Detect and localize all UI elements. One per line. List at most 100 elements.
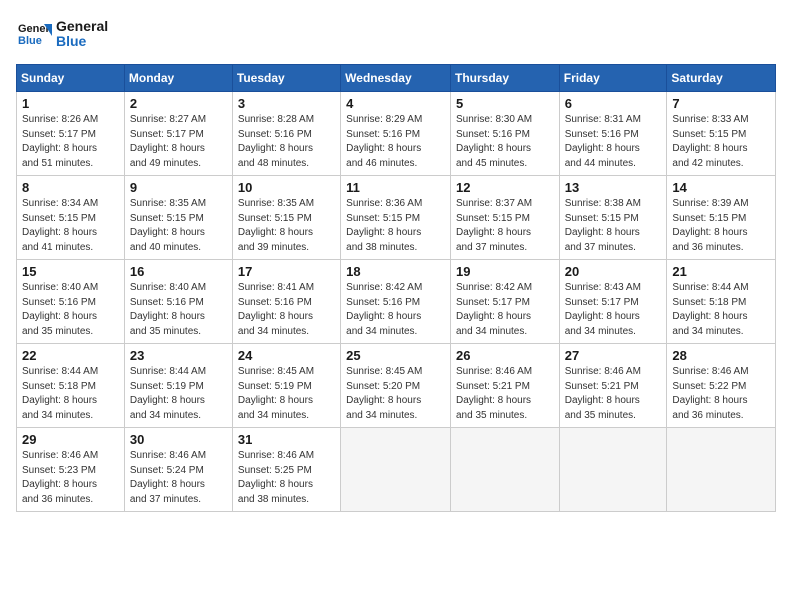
calendar-week-3: 15 Sunrise: 8:40 AM Sunset: 5:16 PM Dayli…	[17, 260, 776, 344]
calendar-cell: 3 Sunrise: 8:28 AM Sunset: 5:16 PM Daylig…	[232, 92, 340, 176]
logo-text-line1: General	[56, 19, 108, 34]
day-detail: Sunrise: 8:44 AM Sunset: 5:18 PM Dayligh…	[22, 365, 119, 423]
weekday-header-thursday: Thursday	[450, 65, 559, 92]
calendar-cell: 7 Sunrise: 8:33 AM Sunset: 5:15 PM Daylig…	[667, 92, 776, 176]
calendar-cell: 17 Sunrise: 8:41 AM Sunset: 5:16 PM Dayli…	[232, 260, 340, 344]
calendar-cell: 18 Sunrise: 8:42 AM Sunset: 5:16 PM Dayli…	[341, 260, 451, 344]
day-number: 1	[22, 96, 119, 111]
calendar-cell: 19Sunrise: 8:42 AM Sunset: 5:17 PM Dayli…	[450, 260, 559, 344]
day-number: 9	[130, 180, 227, 195]
day-detail: Sunrise: 8:40 AM Sunset: 5:16 PM Dayligh…	[22, 281, 119, 339]
day-number: 14	[672, 180, 770, 195]
calendar-cell: 1 Sunrise: 8:26 AM Sunset: 5:17 PM Daylig…	[17, 92, 125, 176]
calendar-cell: 23 Sunrise: 8:44 AM Sunset: 5:19 PM Dayli…	[124, 344, 232, 428]
day-number: 12	[456, 180, 554, 195]
day-number: 28	[672, 348, 770, 363]
day-detail: Sunrise: 8:42 AM Sunset: 5:16 PM Dayligh…	[346, 281, 445, 339]
calendar-cell: 28 Sunrise: 8:46 AM Sunset: 5:22 PM Dayli…	[667, 344, 776, 428]
day-number: 2	[130, 96, 227, 111]
calendar-cell: 24 Sunrise: 8:45 AM Sunset: 5:19 PM Dayli…	[232, 344, 340, 428]
day-detail: Sunrise: 8:28 AM Sunset: 5:16 PM Dayligh…	[238, 113, 335, 171]
calendar-cell: 25 Sunrise: 8:45 AM Sunset: 5:20 PM Dayli…	[341, 344, 451, 428]
svg-text:Blue: Blue	[18, 35, 42, 47]
calendar-cell: 4Sunrise: 8:29 AM Sunset: 5:16 PM Daylig…	[341, 92, 451, 176]
calendar-cell: 30Sunrise: 8:46 AM Sunset: 5:24 PM Dayli…	[124, 428, 232, 512]
weekday-header-row: SundayMondayTuesdayWednesdayThursdayFrid…	[17, 65, 776, 92]
day-number: 26	[456, 348, 554, 363]
day-detail: Sunrise: 8:30 AM Sunset: 5:16 PM Dayligh…	[456, 113, 554, 171]
day-detail: Sunrise: 8:46 AM Sunset: 5:25 PM Dayligh…	[238, 449, 335, 507]
weekday-header-sunday: Sunday	[17, 65, 125, 92]
day-detail: Sunrise: 8:45 AM Sunset: 5:20 PM Dayligh…	[346, 365, 445, 423]
calendar-cell	[450, 428, 559, 512]
calendar-cell: 2 Sunrise: 8:27 AM Sunset: 5:17 PM Daylig…	[124, 92, 232, 176]
weekday-header-saturday: Saturday	[667, 65, 776, 92]
day-number: 30	[130, 432, 227, 447]
day-number: 29	[22, 432, 119, 447]
day-detail: Sunrise: 8:26 AM Sunset: 5:17 PM Dayligh…	[22, 113, 119, 171]
day-number: 21	[672, 264, 770, 279]
calendar-cell	[667, 428, 776, 512]
calendar-week-1: 1 Sunrise: 8:26 AM Sunset: 5:17 PM Daylig…	[17, 92, 776, 176]
day-detail: Sunrise: 8:46 AM Sunset: 5:21 PM Dayligh…	[456, 365, 554, 423]
day-number: 7	[672, 96, 770, 111]
day-detail: Sunrise: 8:38 AM Sunset: 5:15 PM Dayligh…	[565, 197, 662, 255]
day-number: 20	[565, 264, 662, 279]
day-detail: Sunrise: 8:41 AM Sunset: 5:16 PM Dayligh…	[238, 281, 335, 339]
calendar-cell: 6 Sunrise: 8:31 AM Sunset: 5:16 PM Daylig…	[559, 92, 667, 176]
calendar-cell: 12 Sunrise: 8:37 AM Sunset: 5:15 PM Dayli…	[450, 176, 559, 260]
day-detail: Sunrise: 8:46 AM Sunset: 5:22 PM Dayligh…	[672, 365, 770, 423]
day-detail: Sunrise: 8:37 AM Sunset: 5:15 PM Dayligh…	[456, 197, 554, 255]
day-number: 17	[238, 264, 335, 279]
calendar-cell: 31Sunrise: 8:46 AM Sunset: 5:25 PM Dayli…	[232, 428, 340, 512]
day-number: 24	[238, 348, 335, 363]
day-detail: Sunrise: 8:34 AM Sunset: 5:15 PM Dayligh…	[22, 197, 119, 255]
calendar-cell: 27 Sunrise: 8:46 AM Sunset: 5:21 PM Dayli…	[559, 344, 667, 428]
day-detail: Sunrise: 8:43 AM Sunset: 5:17 PM Dayligh…	[565, 281, 662, 339]
page-header: General Blue General Blue	[16, 16, 776, 52]
calendar-cell	[559, 428, 667, 512]
logo-text-line2: Blue	[56, 34, 108, 49]
day-detail: Sunrise: 8:44 AM Sunset: 5:19 PM Dayligh…	[130, 365, 227, 423]
day-number: 18	[346, 264, 445, 279]
calendar-cell: 14 Sunrise: 8:39 AM Sunset: 5:15 PM Dayli…	[667, 176, 776, 260]
day-number: 19	[456, 264, 554, 279]
day-detail: Sunrise: 8:35 AM Sunset: 5:15 PM Dayligh…	[238, 197, 335, 255]
logo: General Blue General Blue	[16, 16, 108, 52]
calendar-cell: 20 Sunrise: 8:43 AM Sunset: 5:17 PM Dayli…	[559, 260, 667, 344]
calendar-cell: 5 Sunrise: 8:30 AM Sunset: 5:16 PM Daylig…	[450, 92, 559, 176]
day-number: 5	[456, 96, 554, 111]
calendar-cell	[341, 428, 451, 512]
calendar-cell: 9 Sunrise: 8:35 AM Sunset: 5:15 PM Daylig…	[124, 176, 232, 260]
day-number: 3	[238, 96, 335, 111]
day-detail: Sunrise: 8:33 AM Sunset: 5:15 PM Dayligh…	[672, 113, 770, 171]
calendar-cell: 8Sunrise: 8:34 AM Sunset: 5:15 PM Daylig…	[17, 176, 125, 260]
calendar-cell: 11 Sunrise: 8:36 AM Sunset: 5:15 PM Dayli…	[341, 176, 451, 260]
day-detail: Sunrise: 8:46 AM Sunset: 5:21 PM Dayligh…	[565, 365, 662, 423]
day-number: 22	[22, 348, 119, 363]
day-number: 10	[238, 180, 335, 195]
day-detail: Sunrise: 8:45 AM Sunset: 5:19 PM Dayligh…	[238, 365, 335, 423]
day-number: 11	[346, 180, 445, 195]
day-number: 6	[565, 96, 662, 111]
day-number: 25	[346, 348, 445, 363]
day-detail: Sunrise: 8:27 AM Sunset: 5:17 PM Dayligh…	[130, 113, 227, 171]
day-number: 27	[565, 348, 662, 363]
day-number: 23	[130, 348, 227, 363]
day-detail: Sunrise: 8:35 AM Sunset: 5:15 PM Dayligh…	[130, 197, 227, 255]
calendar-cell: 26 Sunrise: 8:46 AM Sunset: 5:21 PM Dayli…	[450, 344, 559, 428]
weekday-header-monday: Monday	[124, 65, 232, 92]
day-detail: Sunrise: 8:31 AM Sunset: 5:16 PM Dayligh…	[565, 113, 662, 171]
calendar-cell: 10 Sunrise: 8:35 AM Sunset: 5:15 PM Dayli…	[232, 176, 340, 260]
calendar-week-4: 22 Sunrise: 8:44 AM Sunset: 5:18 PM Dayli…	[17, 344, 776, 428]
calendar-cell: 15 Sunrise: 8:40 AM Sunset: 5:16 PM Dayli…	[17, 260, 125, 344]
calendar-cell: 29Sunrise: 8:46 AM Sunset: 5:23 PM Dayli…	[17, 428, 125, 512]
day-detail: Sunrise: 8:44 AM Sunset: 5:18 PM Dayligh…	[672, 281, 770, 339]
day-detail: Sunrise: 8:39 AM Sunset: 5:15 PM Dayligh…	[672, 197, 770, 255]
day-detail: Sunrise: 8:36 AM Sunset: 5:15 PM Dayligh…	[346, 197, 445, 255]
calendar-cell: 22 Sunrise: 8:44 AM Sunset: 5:18 PM Dayli…	[17, 344, 125, 428]
calendar-cell: 13Sunrise: 8:38 AM Sunset: 5:15 PM Dayli…	[559, 176, 667, 260]
weekday-header-friday: Friday	[559, 65, 667, 92]
day-number: 15	[22, 264, 119, 279]
day-detail: Sunrise: 8:29 AM Sunset: 5:16 PM Dayligh…	[346, 113, 445, 171]
